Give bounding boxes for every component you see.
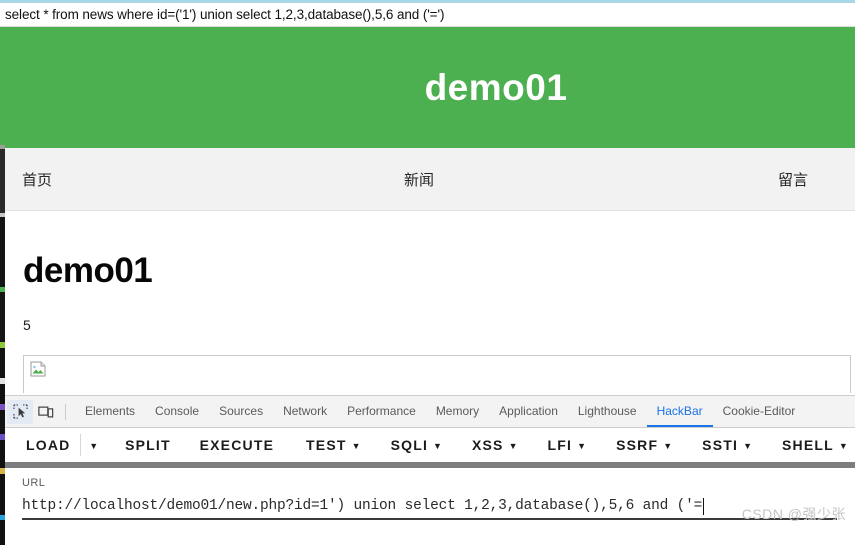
nav-item-news[interactable]: 新闻 (404, 169, 434, 190)
devtools-panel: Elements Console Sources Network Perform… (0, 395, 855, 545)
tab-hackbar[interactable]: HackBar (646, 396, 713, 427)
tab-lighthouse[interactable]: Lighthouse (568, 396, 647, 427)
hackbar-sqli-label: SQLI (390, 437, 429, 453)
broken-image-icon (30, 361, 47, 377)
url-input-value: http://localhost/demo01/new.php?id=1') u… (22, 498, 703, 514)
hackbar-execute-button[interactable]: EXECUTE (194, 437, 281, 453)
site-brand-title: demo01 (424, 66, 568, 108)
hackbar-test-label: TEST (306, 437, 347, 453)
chevron-down-icon: ▼ (508, 440, 519, 451)
content-image-container (23, 355, 851, 393)
hackbar-lfi-button[interactable]: LFI ▼ (542, 437, 594, 453)
chevron-down-icon: ▼ (838, 440, 850, 451)
tab-network[interactable]: Network (273, 396, 337, 427)
record-value: 5 (23, 317, 31, 333)
hackbar-load-dropdown[interactable]: ▼ (83, 441, 105, 450)
toolbar-divider (65, 403, 66, 420)
hackbar-load-label: LOAD (26, 437, 71, 453)
hackbar-shell-label: SHELL (782, 437, 834, 453)
hackbar-load-divider (80, 434, 82, 456)
chevron-down-icon: ▼ (743, 440, 754, 451)
hackbar-ssti-button[interactable]: SSTI ▼ (696, 437, 759, 453)
nav-item-message[interactable]: 留言 (778, 169, 808, 190)
hackbar-xss-label: XSS (471, 437, 504, 453)
tab-console[interactable]: Console (145, 396, 209, 427)
hackbar-sqli-button[interactable]: SQLI ▼ (385, 437, 450, 453)
tab-performance[interactable]: Performance (337, 396, 426, 427)
hackbar-url-section: URL http://localhost/demo01/new.php?id=1… (0, 468, 855, 532)
nav-item-home[interactable]: 首页 (22, 169, 52, 190)
hackbar-load-button[interactable]: LOAD (20, 437, 76, 453)
hackbar-split-button[interactable]: SPLIT (119, 437, 177, 453)
chevron-down-icon: ▼ (433, 440, 444, 451)
hackbar-ssti-label: SSTI (702, 437, 739, 453)
page-content: demo01 5 (5, 251, 855, 393)
tab-elements[interactable]: Elements (75, 396, 145, 427)
hackbar-split-label: SPLIT (125, 437, 171, 453)
tab-memory[interactable]: Memory (426, 396, 489, 427)
url-field-label: URL (22, 477, 46, 489)
left-gutter-strip (0, 27, 5, 545)
url-input[interactable]: http://localhost/demo01/new.php?id=1') u… (22, 494, 837, 520)
hackbar-xss-button[interactable]: XSS ▼ (466, 437, 525, 453)
page-title: demo01 (23, 251, 153, 290)
hackbar-test-button[interactable]: TEST ▼ (300, 437, 368, 453)
site-header-banner: demo01 (5, 27, 855, 148)
hackbar-ssrf-button[interactable]: SSRF ▼ (610, 437, 679, 453)
sql-echo-text: select * from news where id=('1') union … (5, 7, 445, 22)
chevron-down-icon: ▼ (89, 440, 100, 451)
hackbar-execute-label: EXECUTE (199, 437, 275, 453)
inspect-element-icon[interactable] (7, 399, 33, 424)
chevron-down-icon: ▼ (577, 440, 588, 451)
web-page-viewport: demo01 首页 新闻 留言 demo01 5 (5, 27, 855, 395)
tab-cookie-editor[interactable]: Cookie-Editor (713, 396, 806, 427)
tab-sources[interactable]: Sources (209, 396, 273, 427)
browser-window: select * from news where id=('1') union … (0, 0, 855, 545)
hackbar-toolbar: LOAD ▼ SPLIT EXECUTE TEST ▼ SQLI ▼ XSS ▼… (0, 428, 855, 468)
site-navbar: 首页 新闻 留言 (5, 148, 855, 211)
device-toolbar-icon[interactable] (33, 400, 59, 424)
hackbar-lfi-label: LFI (547, 437, 573, 453)
chevron-down-icon: ▼ (351, 440, 362, 451)
chevron-down-icon: ▼ (663, 440, 674, 451)
hackbar-ssrf-label: SSRF (616, 437, 659, 453)
text-cursor (703, 497, 705, 515)
hackbar-shell-button[interactable]: SHELL ▼ (776, 437, 855, 453)
tab-application[interactable]: Application (489, 396, 568, 427)
devtools-tabbar: Elements Console Sources Network Perform… (0, 396, 855, 428)
sql-echo-bar: select * from news where id=('1') union … (0, 0, 855, 27)
